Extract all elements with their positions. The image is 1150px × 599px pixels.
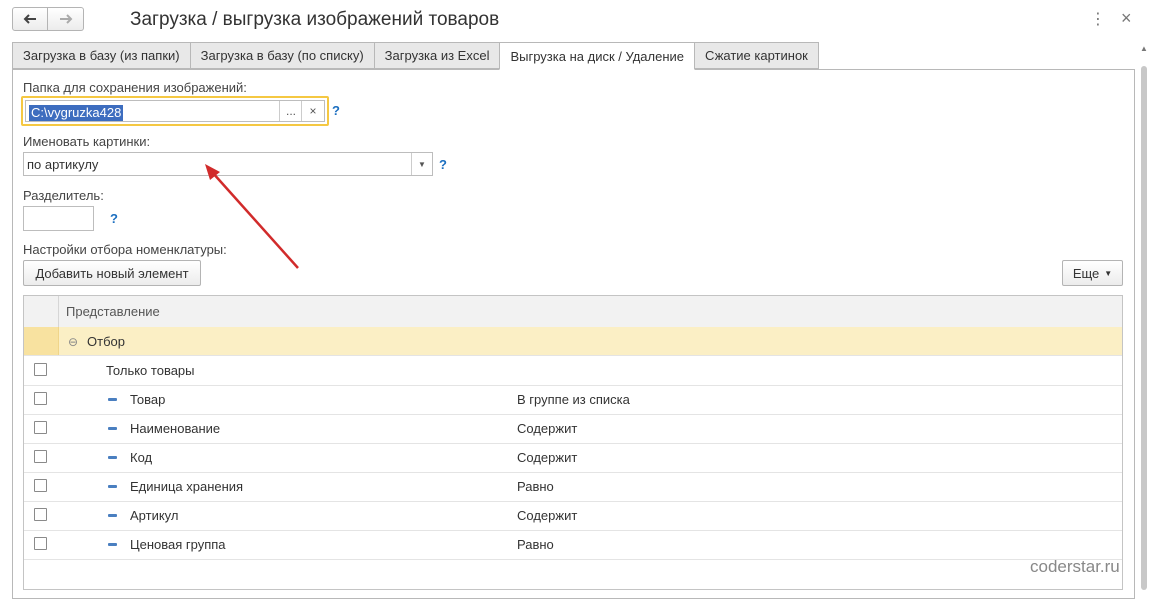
row-checkbox[interactable]: [34, 363, 47, 376]
row-checkbox[interactable]: [34, 421, 47, 434]
separator-help-icon[interactable]: ?: [110, 211, 118, 226]
row-condition: Содержит: [517, 508, 578, 523]
table-row[interactable]: Код Содержит: [24, 443, 1122, 473]
table-header: Представление: [24, 296, 1122, 328]
scroll-up-icon[interactable]: ▲: [1139, 44, 1149, 53]
tab-load-folder[interactable]: Загрузка в базу (из папки): [12, 42, 191, 69]
more-options-icon[interactable]: ⋮: [1090, 9, 1106, 29]
row-name: Артикул: [130, 508, 179, 523]
minus-icon: [108, 485, 117, 488]
table-row-group[interactable]: ⊖ Отбор: [24, 327, 1122, 356]
group-check-cell: [24, 327, 59, 355]
browse-button[interactable]: ...: [279, 101, 302, 121]
row-name: Ценовая группа: [130, 537, 226, 552]
naming-value: по артикулу: [27, 157, 99, 172]
naming-help-icon[interactable]: ?: [439, 157, 447, 172]
separator-label: Разделитель:: [23, 188, 104, 203]
table-row[interactable]: Только товары: [24, 356, 1122, 386]
row-name: Наименование: [130, 421, 221, 436]
table-row[interactable]: Товар В группе из списка: [24, 385, 1122, 415]
collapse-icon[interactable]: ⊖: [68, 335, 78, 349]
filter-label: Настройки отбора номенклатуры:: [23, 242, 227, 257]
table-row[interactable]: Единица хранения Равно: [24, 472, 1122, 502]
tab-bar: Загрузка в базу (из папки) Загрузка в ба…: [12, 42, 819, 70]
naming-label: Именовать картинки:: [23, 134, 151, 149]
header-check-column: [24, 296, 59, 327]
more-button-label: Еще: [1072, 265, 1100, 281]
folder-help-icon[interactable]: ?: [332, 103, 340, 118]
minus-icon: [108, 543, 117, 546]
table-row[interactable]: Артикул Содержит: [24, 501, 1122, 531]
row-condition: Равно: [517, 537, 554, 552]
more-button[interactable]: Еще ▼: [1062, 260, 1123, 286]
chevron-down-icon[interactable]: ▼: [411, 153, 432, 175]
row-name: Единица хранения: [130, 479, 244, 494]
watermark: coderstar.ru: [1030, 557, 1120, 576]
naming-select[interactable]: по артикулу ▼: [23, 152, 433, 176]
row-condition: В группе из списка: [517, 392, 630, 407]
row-name: Код: [130, 450, 153, 465]
minus-icon: [108, 456, 117, 459]
nav-buttons: [12, 7, 84, 31]
scrollbar[interactable]: ▲: [1139, 44, 1149, 590]
clear-button[interactable]: ×: [301, 101, 324, 121]
window-title: Загрузка / выгрузка изображений товаров: [130, 9, 500, 30]
row-checkbox[interactable]: [34, 392, 47, 405]
tab-load-excel[interactable]: Загрузка из Excel: [373, 42, 501, 69]
forward-button[interactable]: [48, 7, 84, 31]
tab-load-list[interactable]: Загрузка в базу (по списку): [189, 42, 375, 69]
table-row[interactable]: Наименование Содержит: [24, 414, 1122, 444]
scroll-thumb[interactable]: [1141, 66, 1147, 590]
minus-icon: [108, 398, 117, 401]
back-button[interactable]: [12, 7, 48, 31]
close-icon[interactable]: ×: [1121, 8, 1132, 29]
caret-down-icon: ▼: [1104, 268, 1113, 278]
table-row[interactable]: Ценовая группа Равно: [24, 530, 1122, 560]
row-checkbox[interactable]: [34, 537, 47, 550]
row-condition: Содержит: [517, 450, 578, 465]
minus-icon: [108, 514, 117, 517]
row-condition: Равно: [517, 479, 554, 494]
separator-input[interactable]: [23, 206, 94, 231]
arrow-left-icon: [23, 14, 36, 24]
folder-label: Папка для сохранения изображений:: [23, 80, 247, 95]
column-representation[interactable]: Представление: [66, 304, 160, 319]
arrow-right-icon: [59, 14, 72, 24]
row-name: Только товары: [106, 363, 195, 378]
minus-icon: [108, 427, 117, 430]
row-checkbox[interactable]: [34, 508, 47, 521]
tab-export-disk[interactable]: Выгрузка на диск / Удаление: [499, 42, 696, 70]
row-checkbox[interactable]: [34, 450, 47, 463]
row-condition: Содержит: [517, 421, 578, 436]
add-element-button[interactable]: Добавить новый элемент: [23, 260, 201, 286]
row-checkbox[interactable]: [34, 479, 47, 492]
filter-table: Представление ⊖ Отбор Только товары Това…: [23, 295, 1123, 590]
folder-field[interactable]: C:\vygruzka428 ... ×: [21, 96, 329, 126]
row-name: Товар: [130, 392, 166, 407]
folder-input[interactable]: C:\vygruzka428: [29, 105, 124, 121]
tab-compress[interactable]: Сжатие картинок: [694, 42, 819, 69]
group-name: Отбор: [87, 334, 125, 349]
